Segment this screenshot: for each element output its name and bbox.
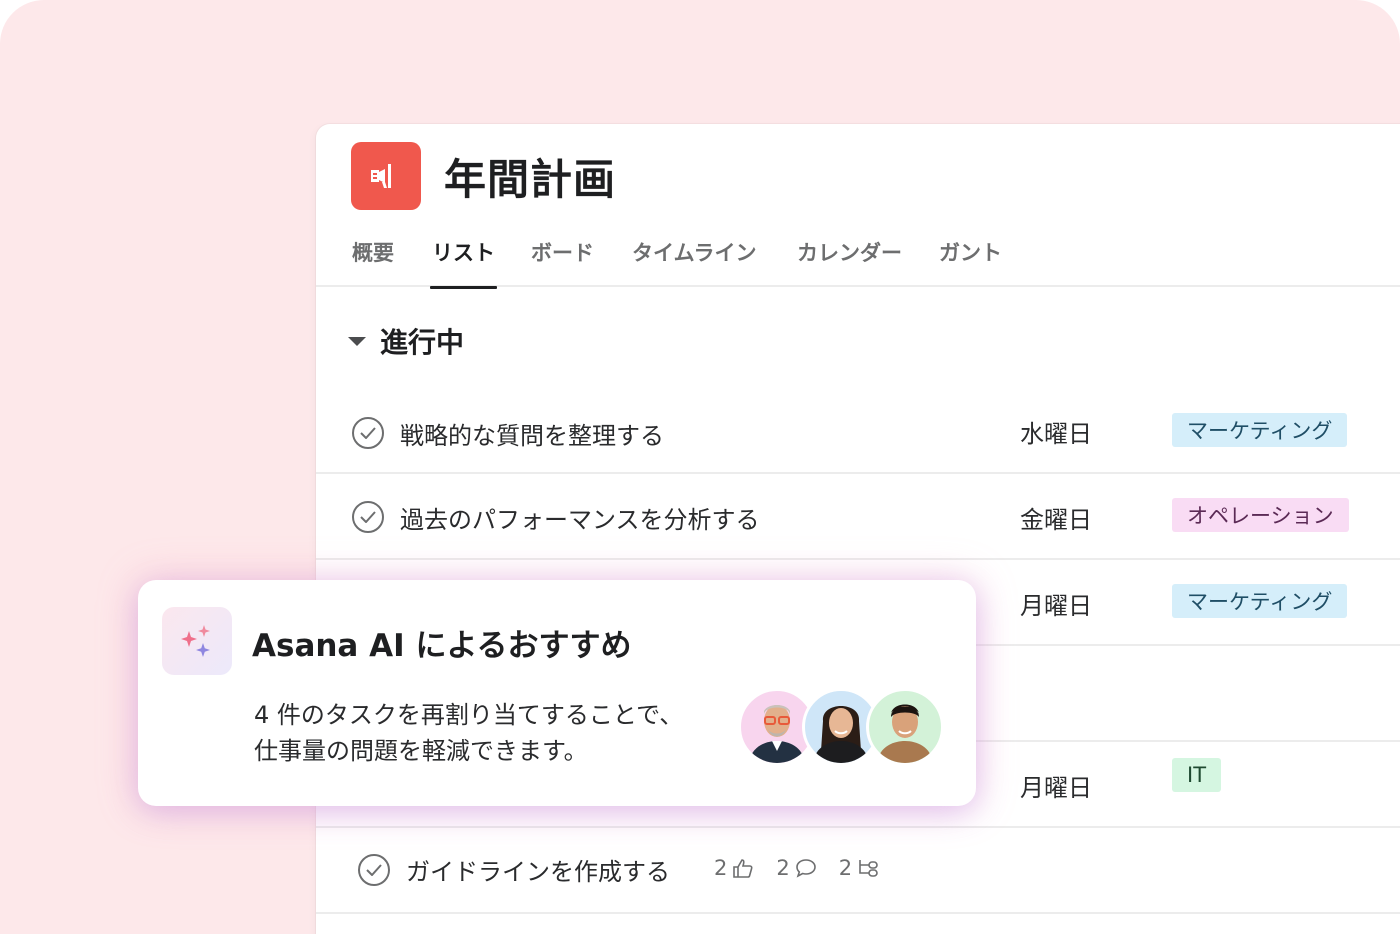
task-due-date[interactable]: 月曜日 — [1020, 768, 1092, 803]
task-row[interactable]: ガイドラインを作成する 2 2 2 — [316, 828, 1400, 914]
task-tag[interactable]: オペレーション — [1172, 498, 1349, 532]
tab-gantt[interactable]: ガント — [939, 237, 1002, 285]
project-panel: 年間計画 概要 リスト ボード タイムライン カレンダー ガント 進行中 戦略的… — [316, 124, 1400, 934]
ai-card-line-2: 仕事量の問題を軽減できます。 — [254, 737, 588, 765]
avatar[interactable] — [866, 688, 944, 766]
megaphone-icon[interactable] — [351, 142, 421, 210]
tab-overview[interactable]: 概要 — [352, 237, 394, 285]
task-due-date[interactable]: 月曜日 — [1020, 586, 1092, 621]
task-tag[interactable]: マーケティング — [1172, 584, 1348, 618]
thumbs-up-icon — [733, 859, 753, 878]
tab-list[interactable]: リスト — [430, 237, 497, 289]
ai-card-line-1: 4 件のタスクを再割り当てすることで、 — [254, 701, 684, 729]
subtasks-count[interactable]: 2 — [839, 856, 881, 880]
comment-icon — [795, 859, 816, 878]
subtask-icon — [859, 860, 878, 877]
task-due-date[interactable]: 金曜日 — [1020, 500, 1092, 535]
caret-down-icon[interactable] — [348, 336, 366, 346]
check-circle-icon[interactable] — [352, 417, 384, 449]
task-tag[interactable]: IT — [1172, 758, 1222, 792]
ai-suggestion-card[interactable]: Asana AI によるおすすめ 4 件のタスクを再割り当てすることで、 仕事量… — [138, 580, 976, 806]
task-row[interactable]: 過去のパフォーマンスを分析する 金曜日 オペレーション — [316, 474, 1400, 560]
task-name[interactable]: ガイドラインを作成する — [406, 852, 670, 887]
ai-card-title: Asana AI によるおすすめ — [252, 628, 632, 664]
tab-board[interactable]: ボード — [531, 237, 594, 285]
likes-count[interactable]: 2 — [714, 856, 754, 880]
ai-card-message: 4 件のタスクを再割り当てすることで、 仕事量の問題を軽減できます。 — [254, 697, 724, 769]
view-tabs: 概要 リスト ボード タイムライン カレンダー ガント — [316, 229, 1400, 289]
task-row[interactable]: 戦略的な質問を整理する 水曜日 マーケティング — [316, 388, 1400, 474]
sparkles-icon — [162, 607, 232, 675]
project-title: 年間計画 — [444, 155, 617, 204]
tab-timeline[interactable]: タイムライン — [632, 237, 757, 285]
comments-value: 2 — [776, 856, 790, 880]
task-name[interactable]: 過去のパフォーマンスを分析する — [400, 500, 760, 535]
check-circle-icon[interactable] — [358, 854, 390, 886]
task-name[interactable]: 戦略的な質問を整理する — [400, 416, 664, 451]
section-title: 進行中 — [380, 326, 465, 359]
subtasks-value: 2 — [838, 856, 853, 880]
task-tag[interactable]: マーケティング — [1172, 413, 1348, 447]
section-header[interactable]: 進行中 — [348, 321, 464, 361]
tab-calendar[interactable]: カレンダー — [797, 237, 902, 285]
likes-value: 2 — [714, 856, 728, 880]
task-due-date[interactable]: 水曜日 — [1020, 414, 1092, 449]
comments-count[interactable]: 2 — [776, 856, 816, 880]
task-meta: 2 2 2 — [714, 856, 881, 880]
assignee-avatars[interactable] — [738, 688, 944, 768]
check-circle-icon[interactable] — [352, 501, 384, 533]
